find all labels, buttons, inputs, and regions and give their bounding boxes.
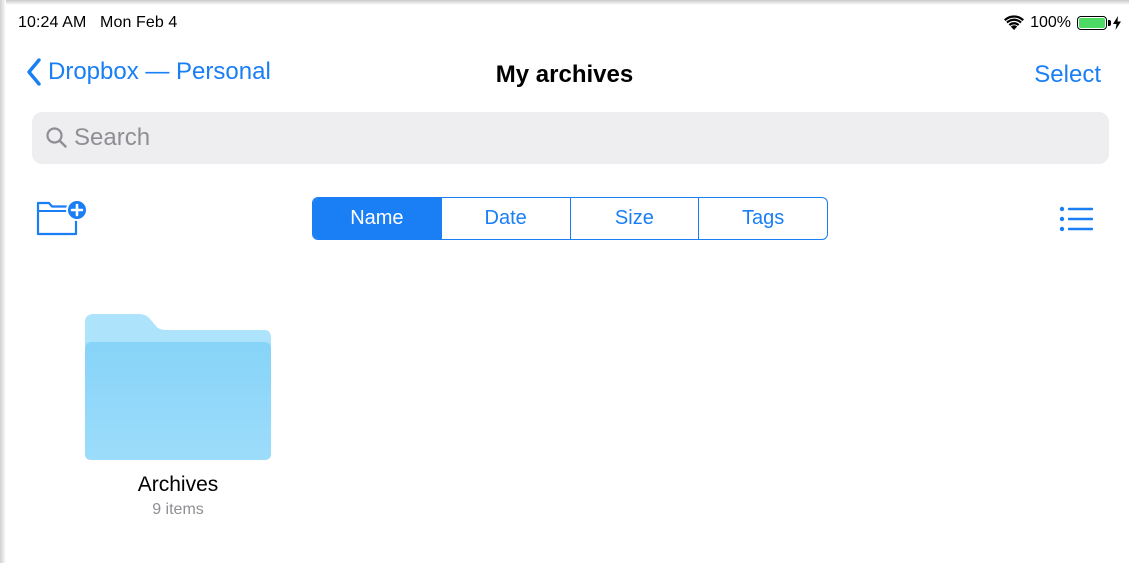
status-datetime: 10:24 AM Mon Feb 4: [18, 14, 177, 32]
sort-by-name[interactable]: Name: [313, 198, 441, 239]
sort-by-date[interactable]: Date: [440, 198, 570, 239]
status-time: 10:24 AM: [18, 14, 87, 31]
sort-by-tags[interactable]: Tags: [698, 198, 827, 239]
sort-by-size[interactable]: Size: [569, 198, 699, 239]
charging-bolt-icon: [1113, 16, 1121, 30]
folder-icon: [85, 314, 271, 460]
status-indicators: 100%: [1004, 12, 1121, 34]
wifi-icon: [1004, 15, 1025, 30]
navigation-bar: Dropbox — Personal My archives Select: [0, 50, 1129, 98]
files-app-screen: 10:24 AM Mon Feb 4 100% Dropbox — Person…: [0, 0, 1129, 563]
list-view-icon[interactable]: [1059, 204, 1093, 234]
battery-percent: 100%: [1030, 14, 1071, 31]
sort-segmented-control: Name Date Size Tags: [312, 197, 828, 240]
folder-item-count: 9 items: [152, 501, 204, 518]
page-title: My archives: [495, 61, 634, 88]
search-placeholder: Search: [74, 124, 151, 151]
battery-icon: [1077, 16, 1111, 30]
status-date: Mon Feb 4: [100, 14, 178, 31]
window-shadow-top: [0, 0, 1129, 5]
folder-item-archives[interactable]: Archives 9 items: [80, 310, 276, 525]
status-bar: 10:24 AM Mon Feb 4 100%: [0, 10, 1129, 34]
search-icon: [46, 127, 67, 148]
new-folder-icon[interactable]: [36, 198, 90, 238]
select-button[interactable]: Select: [1034, 61, 1101, 89]
battery-level: [1079, 18, 1105, 28]
search-input[interactable]: Search: [32, 112, 1109, 164]
folder-name: Archives: [137, 473, 219, 496]
battery-nub: [1108, 20, 1111, 26]
